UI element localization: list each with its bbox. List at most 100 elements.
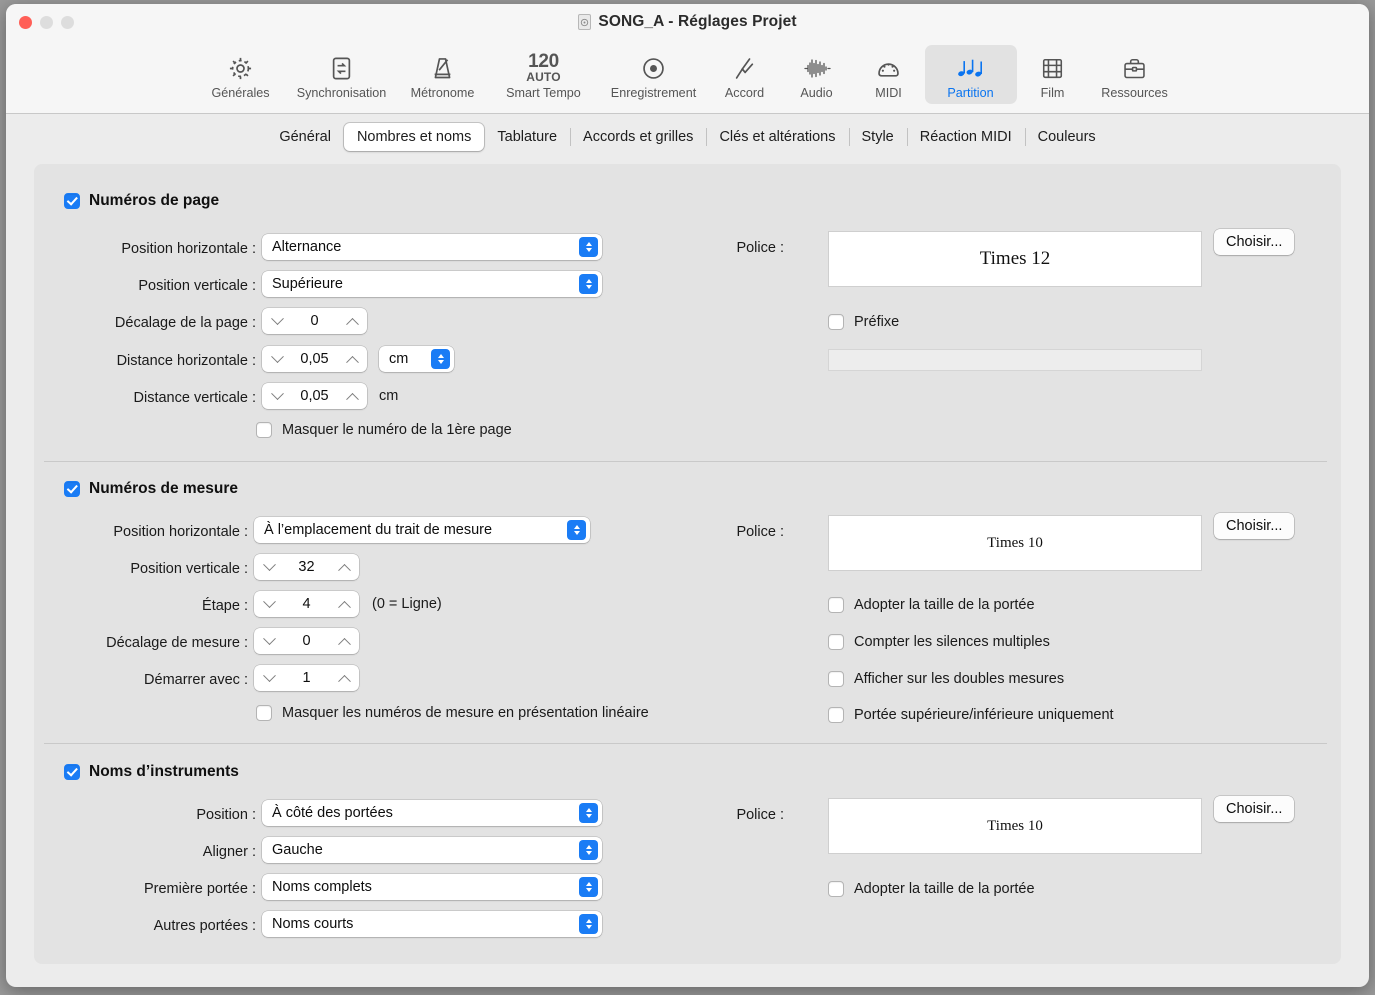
stepper-up-icon[interactable]	[340, 346, 364, 372]
page-horizontal-position-select[interactable]: Alternance	[262, 234, 602, 260]
tab-couleurs[interactable]: Couleurs	[1025, 123, 1109, 151]
horizontal-distance-unit-select[interactable]: cm	[379, 346, 454, 372]
page-vertical-position-select[interactable]: Supérieure	[262, 271, 602, 297]
tab-general[interactable]: Général	[266, 123, 344, 151]
tab-accords-et-grilles[interactable]: Accords et grilles	[570, 123, 706, 151]
bar-font-choose-button[interactable]: Choisir...	[1214, 513, 1294, 539]
page-numbers-enable-checkbox[interactable]	[64, 193, 80, 209]
instrument-adopt-staff-size-checkbox[interactable]	[828, 881, 844, 897]
tempo-mode: AUTO	[526, 71, 561, 84]
toolbar-item-ressources[interactable]: Ressources	[1089, 45, 1181, 104]
toolbar-item-film[interactable]: Film	[1017, 45, 1089, 104]
tab-nombres-et-noms[interactable]: Nombres et noms	[344, 123, 484, 151]
bar-font-preview[interactable]: Times 10	[828, 515, 1202, 571]
bar-numbers-enable-checkbox[interactable]	[64, 481, 80, 497]
bar-horizontal-position-select[interactable]: À l’emplacement du trait de mesure	[254, 517, 590, 543]
toolbar-item-synchronisation[interactable]: Synchronisation	[287, 45, 397, 104]
toolbar-item-generales[interactable]: Générales	[195, 45, 287, 104]
tab-tablature[interactable]: Tablature	[484, 123, 570, 151]
select-value: Alternance	[272, 239, 341, 255]
stepper-down-icon[interactable]	[265, 383, 289, 409]
page-font-choose-button[interactable]: Choisir...	[1214, 229, 1294, 255]
start-with-stepper[interactable]: 1	[254, 665, 359, 691]
window-title: SONG_A - Réglages Projet	[598, 13, 796, 31]
hide-first-page-checkbox[interactable]	[256, 422, 272, 438]
prefix-checkbox[interactable]	[828, 314, 844, 330]
page-offset-stepper[interactable]: 0	[262, 308, 367, 334]
bar-option-row-3[interactable]: Portée supérieure/inférieure uniquement	[828, 707, 1114, 723]
bar-font-value: Times 10	[987, 535, 1043, 552]
vertical-distance-stepper[interactable]: 0,05	[262, 383, 367, 409]
top-bottom-staff-only-checkbox[interactable]	[828, 707, 844, 723]
other-staves-select[interactable]: Noms courts	[262, 911, 602, 937]
instrument-position-select[interactable]: À côté des portées	[262, 800, 602, 826]
toolbar-item-audio[interactable]: Audio	[781, 45, 853, 104]
toolbar-item-smart-tempo[interactable]: 120 AUTO Smart Tempo	[489, 45, 599, 104]
page-font-value: Times 12	[980, 248, 1051, 270]
midi-icon	[875, 51, 902, 85]
stepper-up-icon[interactable]	[340, 308, 364, 334]
stepper-up-icon[interactable]	[332, 591, 356, 617]
hide-linear-row[interactable]: Masquer les numéros de mesure en présent…	[256, 705, 649, 721]
page-font-preview[interactable]: Times 12	[828, 231, 1202, 287]
page-offset-label: Décalage de la page :	[44, 315, 256, 331]
stepper-down-icon[interactable]	[257, 628, 281, 654]
title-bar: SONG_A - Réglages Projet	[6, 4, 1369, 42]
chevron-updown-icon	[579, 803, 598, 823]
page-numbers-header: Numéros de page	[64, 192, 219, 210]
stepper-down-icon[interactable]	[265, 308, 289, 334]
toolbar-item-metronome[interactable]: Métronome	[397, 45, 489, 104]
chevron-updown-icon	[579, 914, 598, 934]
count-multi-rests-checkbox[interactable]	[828, 634, 844, 650]
bar-option-label: Adopter la taille de la portée	[854, 597, 1035, 613]
stepper-down-icon[interactable]	[265, 346, 289, 372]
select-value: À côté des portées	[272, 805, 393, 821]
tab-label: Nombres et noms	[357, 129, 471, 145]
page-font-label: Police :	[694, 240, 784, 256]
bar-option-row-2[interactable]: Afficher sur les doubles mesures	[828, 671, 1064, 687]
toolbar-item-accord[interactable]: Accord	[709, 45, 781, 104]
hide-linear-checkbox[interactable]	[256, 705, 272, 721]
prefix-row[interactable]: Préfixe	[828, 314, 899, 330]
instrument-names-header: Noms d’instruments	[64, 763, 239, 781]
chevron-updown-icon	[579, 877, 598, 897]
tab-style[interactable]: Style	[849, 123, 907, 151]
stepper-down-icon[interactable]	[257, 591, 281, 617]
stepper-down-icon[interactable]	[257, 554, 281, 580]
first-staff-select[interactable]: Noms complets	[262, 874, 602, 900]
toolbar-item-partition[interactable]: Partition	[925, 45, 1017, 104]
stepper-up-icon[interactable]	[340, 383, 364, 409]
instrument-font-choose-button[interactable]: Choisir...	[1214, 796, 1294, 822]
bar-offset-label: Décalage de mesure :	[44, 635, 248, 651]
stepper-down-icon[interactable]	[257, 665, 281, 691]
instrument-font-preview[interactable]: Times 10	[828, 798, 1202, 854]
show-double-bars-checkbox[interactable]	[828, 671, 844, 687]
stepper-up-icon[interactable]	[332, 665, 356, 691]
step-stepper[interactable]: 4	[254, 591, 359, 617]
select-value: Gauche	[272, 842, 323, 858]
bar-option-row-1[interactable]: Compter les silences multiples	[828, 634, 1050, 650]
adopt-staff-size-checkbox[interactable]	[828, 597, 844, 613]
instrument-align-select[interactable]: Gauche	[262, 837, 602, 863]
toolbar-item-enregistrement[interactable]: Enregistrement	[599, 45, 709, 104]
settings-panel: Numéros de page Position horizontale : A…	[34, 164, 1341, 964]
project-settings-window: SONG_A - Réglages Projet Générales Sy	[6, 4, 1369, 987]
button-label: Choisir...	[1226, 234, 1282, 250]
bar-option-row-0[interactable]: Adopter la taille de la portée	[828, 597, 1035, 613]
instrument-adopt-staff-size-row[interactable]: Adopter la taille de la portée	[828, 881, 1035, 897]
tuning-fork-icon	[731, 51, 758, 85]
prefix-input[interactable]	[828, 349, 1202, 371]
bar-offset-stepper[interactable]: 0	[254, 628, 359, 654]
stepper-up-icon[interactable]	[332, 554, 356, 580]
toolbar-label: Métronome	[411, 86, 475, 100]
horizontal-distance-stepper[interactable]: 0,05	[262, 346, 367, 372]
film-icon	[1039, 51, 1066, 85]
logic-document-icon	[578, 14, 591, 30]
bar-vertical-position-stepper[interactable]: 32	[254, 554, 359, 580]
hide-first-page-row[interactable]: Masquer le numéro de la 1ère page	[256, 422, 512, 438]
tab-reaction-midi[interactable]: Réaction MIDI	[907, 123, 1025, 151]
tab-cles-et-alterations[interactable]: Clés et altérations	[706, 123, 848, 151]
stepper-up-icon[interactable]	[332, 628, 356, 654]
toolbar-item-midi[interactable]: MIDI	[853, 45, 925, 104]
instrument-names-enable-checkbox[interactable]	[64, 764, 80, 780]
